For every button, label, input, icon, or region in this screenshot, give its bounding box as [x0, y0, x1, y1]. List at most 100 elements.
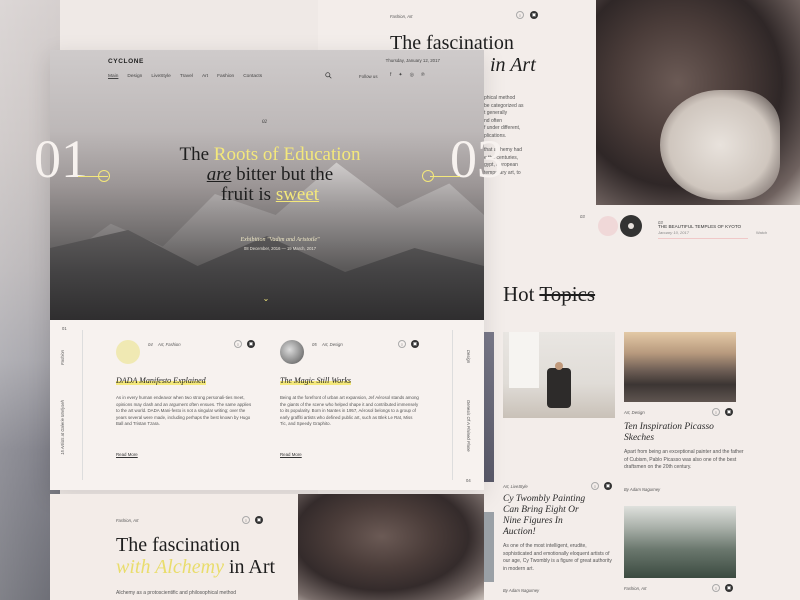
hot-article-category: Art, Design [624, 410, 645, 415]
side-category-right[interactable]: Design [466, 350, 471, 363]
next-arrow-line [430, 176, 460, 177]
headline-text: The [179, 144, 214, 165]
hot-topics-heading: Hot Topics [503, 282, 595, 307]
feature-title[interactable]: The fascination with Alchemy in Art [116, 534, 275, 578]
menu-item-fashion[interactable]: Fashion [217, 74, 234, 79]
hero-section: CYCLONE Thursday, January 12, 2017 Main … [34, 50, 504, 320]
progress-bar [658, 238, 748, 239]
article-body: Being at the forefront of urban art expa… [280, 395, 419, 427]
bookmark-icon[interactable]: ▣ [255, 516, 263, 524]
menu-item-design[interactable]: Design [127, 74, 142, 79]
divider [452, 330, 453, 480]
article-title[interactable]: DADA Manifesto Explained [116, 376, 256, 385]
menu-item-travel[interactable]: Travel [180, 74, 193, 79]
bookmark-icon[interactable]: ▣ [604, 482, 612, 490]
feature-title-line1: The fascination [116, 534, 240, 556]
kyoto-action[interactable]: Watch [756, 230, 767, 235]
chevron-down-icon[interactable]: ⌄ [261, 295, 271, 303]
bookmark-icon[interactable]: ▣ [725, 408, 733, 416]
pink-dot [598, 216, 618, 236]
hot-article-title[interactable]: Cy Twombly Painting Can Bring Eight Or N… [503, 494, 593, 538]
article-card[interactable]: 05 Art, Design ○ ▣ The Magic Still Works… [280, 340, 419, 460]
play-disc-icon[interactable] [620, 215, 642, 237]
article-thumbnail [280, 340, 304, 364]
menu-item-main[interactable]: Main [108, 74, 118, 79]
twitter-icon[interactable]: ✦ [398, 72, 402, 78]
headline-highlight: Roots of Education [213, 144, 361, 165]
doodle-thumbnail [116, 340, 140, 364]
body-line: nd often [484, 117, 503, 124]
bookmark-icon[interactable]: ▣ [530, 11, 538, 19]
prev-arrow-line [78, 176, 108, 177]
instagram-icon[interactable]: ◎ [410, 72, 414, 78]
feather-highlight [660, 90, 780, 200]
hot-article-category: Fashion, Art [624, 586, 647, 591]
sea-photo[interactable] [624, 332, 736, 402]
circle-icon[interactable]: ○ [591, 482, 599, 490]
read-more-link[interactable]: Read More [116, 452, 138, 457]
article-number: 04 [148, 342, 153, 347]
pinterest-icon[interactable]: ℗ [421, 72, 425, 78]
top-nav: CYCLONE Thursday, January 12, 2017 Main … [50, 50, 484, 94]
circle-icon[interactable]: ○ [234, 340, 242, 348]
side-caption-right[interactable]: Genesis Of A Plained Plane [466, 400, 471, 452]
headline-text: bitter but the [231, 164, 334, 185]
side-number: 04 [466, 478, 471, 483]
bookmark-icon[interactable]: ▣ [411, 340, 419, 348]
exhibition-name[interactable]: Exhibition "Vadim and Aristotle" [200, 237, 360, 243]
feature-title-line2: in Art [223, 556, 276, 578]
article-title-text: DADA Manifesto Explained [116, 376, 206, 385]
article-title[interactable]: The Magic Still Works [280, 376, 420, 385]
menu-item-livestyle[interactable]: LiveStyle [151, 74, 170, 79]
bookmark-icon[interactable]: ▣ [247, 340, 255, 348]
artist-photo[interactable] [503, 332, 615, 418]
article-category: Art, Design [322, 342, 343, 347]
circle-icon[interactable]: ○ [398, 340, 406, 348]
side-category-left[interactable]: Fashion [60, 350, 65, 365]
headline-highlight: sweet [275, 184, 320, 205]
article-category: Art, Fashion [158, 342, 181, 347]
read-more-link[interactable]: Read More [280, 452, 302, 457]
side-caption-left[interactable]: 15 Artists at Galerie Marlyseh [60, 400, 65, 455]
article-title-text: The Magic Still Works [280, 376, 352, 385]
feature-body: Alchemy as a protoscientific and philoso… [116, 590, 237, 596]
menu-item-art[interactable]: Art [202, 74, 208, 79]
article-card[interactable]: 04 Art, Fashion ○ ▣ DADA Manifesto Expla… [116, 340, 255, 460]
edge-photo [484, 512, 494, 582]
bookmark-icon[interactable]: ▣ [725, 584, 733, 592]
hot-article-category: Art, LiveStyle [503, 484, 528, 489]
circle-icon[interactable]: ○ [516, 11, 524, 19]
lower-feature-card: Fashion, Art ○ ▣ The fascination with Al… [50, 494, 484, 600]
slide-prev-number[interactable]: 01 [34, 132, 88, 186]
forest-photo[interactable] [624, 506, 736, 578]
circle-icon[interactable]: ○ [712, 584, 720, 592]
hot-article-author: By Adam Nagurney [624, 487, 661, 492]
circle-icon[interactable]: ○ [712, 408, 720, 416]
feather-photo [298, 494, 484, 600]
kyoto-date: January 10, 2017 [658, 230, 689, 235]
main-card: CYCLONE Thursday, January 12, 2017 Main … [34, 50, 504, 490]
facebook-icon[interactable]: f [390, 72, 391, 78]
slide-next-number[interactable]: 03 [450, 132, 504, 186]
menu-item-contacts[interactable]: Contacts [243, 74, 262, 79]
feature-category: Fashion, Art [116, 518, 139, 523]
right-feature-category: Fashion, Art [390, 14, 413, 19]
kyoto-video-item[interactable]: 03 THE BEAUTIFUL TEMPLES OF KYOTO Januar… [598, 212, 798, 246]
hot-article-body: Apart from being an exceptional painter … [624, 449, 744, 470]
follow-label: Follow us [359, 74, 378, 79]
body-line: t generally [484, 110, 508, 116]
chair [547, 368, 571, 408]
right-page-number: 03 [580, 214, 585, 219]
main-menu: Main Design LiveStyle Travel Art Fashion… [108, 74, 262, 79]
logo[interactable]: CYCLONE [108, 58, 144, 65]
window [509, 332, 539, 388]
kyoto-title: THE BEAUTIFUL TEMPLES OF KYOTO [658, 224, 742, 229]
headline-text: fruit is [220, 184, 276, 205]
circle-icon[interactable]: ○ [242, 516, 250, 524]
divider [82, 330, 83, 480]
article-body: As in every human endeavor when two stro… [116, 395, 252, 427]
hot-article-title[interactable]: Ten Inspiration Picasso Skeches [624, 422, 734, 444]
hot-article-author: By Adam Nagurney [503, 588, 540, 593]
search-icon[interactable] [325, 72, 332, 79]
side-number: 01 [62, 326, 67, 331]
